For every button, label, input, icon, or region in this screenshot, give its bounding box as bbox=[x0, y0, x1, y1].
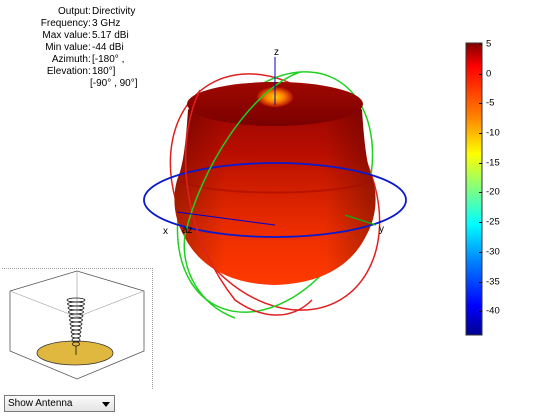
show-antenna-dropdown[interactable]: Show Antenna bbox=[4, 395, 115, 412]
colorbar-tick-mark bbox=[479, 251, 482, 253]
colorbar-tick-label: -15 bbox=[486, 157, 500, 169]
colorbar-tick-label: -10 bbox=[486, 127, 500, 139]
y-axis-label: y bbox=[379, 224, 384, 235]
colorbar-tick-label: 0 bbox=[486, 68, 492, 80]
colorbar-tick-label: -40 bbox=[486, 305, 500, 317]
colorbar-tick-mark bbox=[479, 281, 482, 283]
antenna-preview-panel bbox=[2, 268, 153, 389]
colorbar-tick-label: -5 bbox=[486, 97, 495, 109]
colorbar-tick-label: -20 bbox=[486, 186, 500, 198]
colorbar-tick-mark bbox=[479, 103, 482, 105]
colorbar-tick-mark bbox=[479, 222, 482, 224]
colorbar-tick-mark bbox=[479, 162, 482, 164]
colorbar-tick-mark bbox=[479, 192, 482, 194]
z-axis-label: z bbox=[274, 47, 279, 58]
az-label: az bbox=[182, 225, 193, 236]
dropdown-label: Show Antenna bbox=[8, 398, 73, 409]
colorbar-tick-mark bbox=[479, 44, 482, 45]
colorbar-tick-label: -30 bbox=[486, 246, 500, 258]
colorbar-tick-mark bbox=[479, 73, 482, 75]
pattern-surface bbox=[174, 82, 376, 285]
colorbar-tick-mark bbox=[479, 311, 482, 313]
antenna-preview bbox=[9, 270, 145, 380]
colorbar-tick-label: -35 bbox=[486, 276, 500, 288]
colorbar-tick-mark bbox=[479, 133, 482, 135]
chevron-down-icon bbox=[102, 402, 110, 407]
colorbar-tick-label: -25 bbox=[486, 216, 500, 228]
colorbar-tick-label: 5 bbox=[486, 38, 492, 50]
colorbar-fill bbox=[465, 42, 483, 336]
x-axis-label: x bbox=[163, 226, 168, 237]
